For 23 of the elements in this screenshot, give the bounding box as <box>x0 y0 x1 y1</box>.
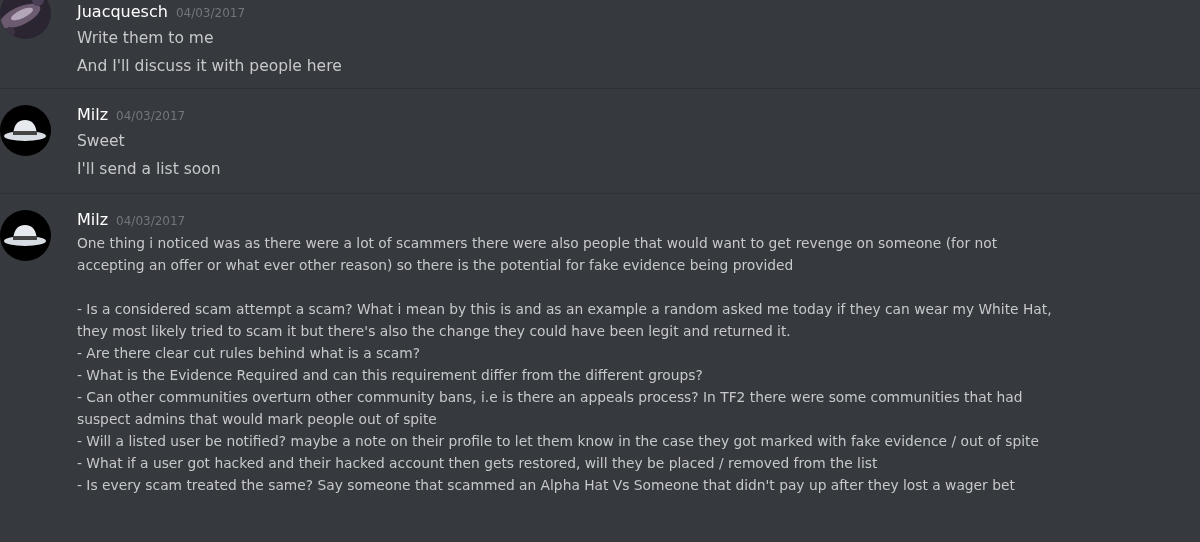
message-text: they most likely tried to scam it but there's also the change they could have been legit and returned it. <box>77 322 792 341</box>
message-text: - Is a considered scam attempt a scam? What i mean by this is and as an example a random asked me today if they can wear my White Hat, <box>77 300 1052 319</box>
message-text: accepting an offer or what ever other reason) so there is the potential for fake evidence being provided <box>77 256 795 275</box>
message-text: - Are there clear cut rules behind what is a scam? <box>77 344 421 363</box>
message-text: Sweet <box>77 131 126 152</box>
hat-avatar <box>0 210 51 261</box>
message-text: suspect admins that would mark people out of spite <box>77 410 438 429</box>
message-text: - Is every scam treated the same? Say someone that scammed an Alpha Hat Vs Someone that didn't pay up after they lost a wager bet <box>77 476 1016 495</box>
message-text: I'll send a list soon <box>77 159 221 180</box>
username[interactable]: Milz <box>77 105 109 124</box>
message-text: - What if a user got hacked and their hacked account then gets restored, will they be placed / removed from the list <box>77 454 879 473</box>
timestamp: 04/03/2017 <box>116 109 186 123</box>
username[interactable]: Juacquesch <box>77 2 168 21</box>
message-text: Write them to me <box>77 28 215 49</box>
message-text: - Can other communities overturn other community bans, i.e is there an appeals process? In TF2 there were some communities that had <box>77 388 1024 407</box>
message-text: - What is the Evidence Required and can this requirement differ from the different groups? <box>77 366 704 385</box>
message-text: - Will a listed user be notified? maybe a note on their profile to let them know in the case they got marked with fake evidence / out of spite <box>77 432 1040 451</box>
hat-avatar <box>0 105 51 156</box>
username[interactable]: Milz <box>77 210 109 229</box>
timestamp: 04/03/2017 <box>175 6 246 20</box>
timestamp: 04/03/2017 <box>116 214 186 228</box>
message-text: One thing i noticed was as there were a lot of scammers there were also people that would want to get revenge on someone (for not <box>77 234 999 253</box>
message-text: And I'll discuss it with people here <box>77 56 342 77</box>
